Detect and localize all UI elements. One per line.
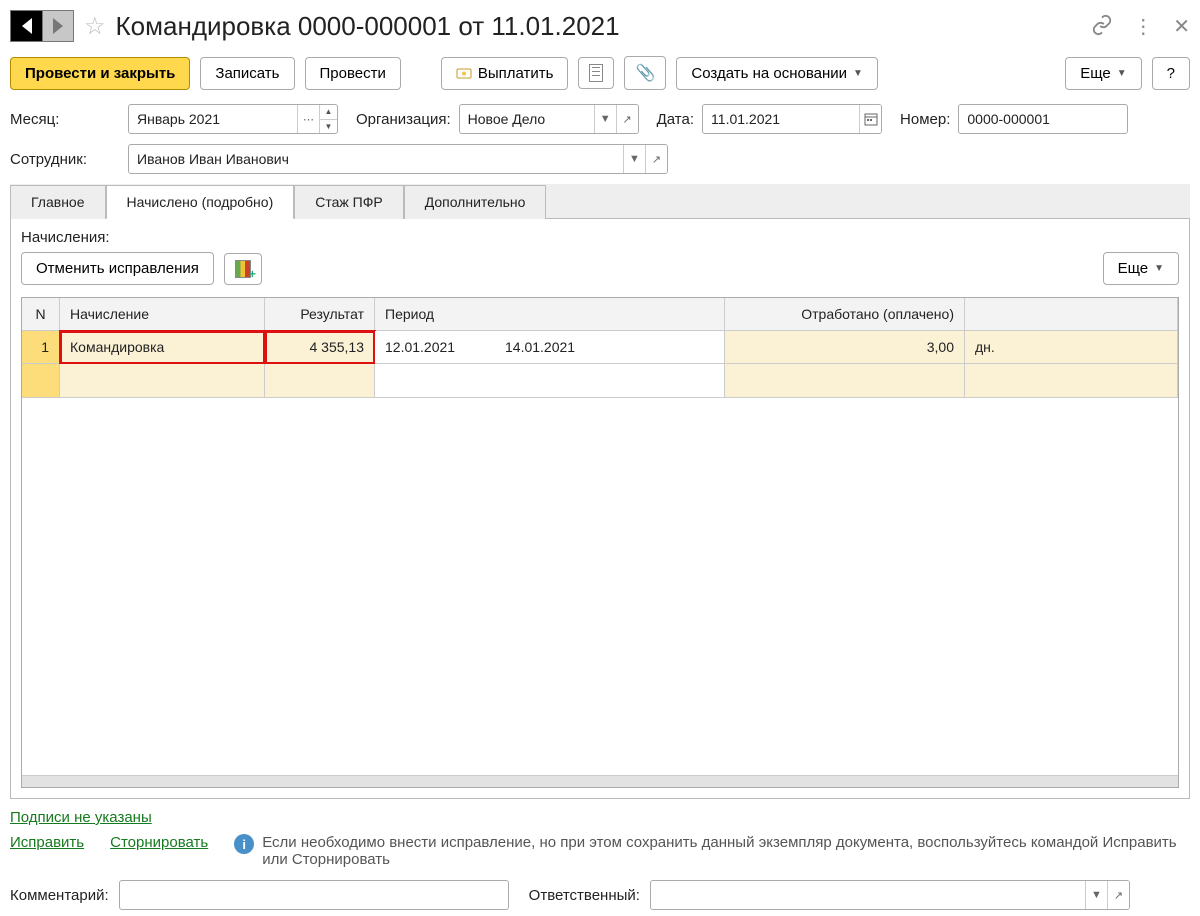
month-field[interactable]: Январь 2021 ⋯ ▲▼ [128, 104, 338, 134]
employee-field[interactable]: Иванов Иван Иванович ▼ ↗ [128, 144, 668, 174]
table-header: N Начисление Результат Период Отработано… [22, 298, 1178, 331]
help-button[interactable]: ? [1152, 57, 1190, 90]
table-more-button[interactable]: Еще ▼ [1103, 252, 1179, 285]
kebab-icon[interactable]: ⋮ [1133, 14, 1153, 39]
link-icon[interactable] [1091, 14, 1113, 39]
money-icon [456, 65, 472, 81]
month-stepper[interactable]: ▲▼ [319, 105, 337, 133]
post-and-close-button[interactable]: Провести и закрыть [10, 57, 190, 90]
cell-worked: 3,00 [725, 331, 965, 364]
accruals-table: N Начисление Результат Период Отработано… [21, 297, 1179, 788]
arrow-right-icon [53, 18, 63, 34]
accruals-label: Начисления: [21, 229, 1179, 246]
comment-label: Комментарий: [10, 887, 109, 904]
tabs: Главное Начислено (подробно) Стаж ПФР До… [10, 184, 1190, 219]
col-n[interactable]: N [22, 298, 60, 331]
number-label: Номер: [900, 111, 950, 128]
more-button[interactable]: Еще ▼ [1065, 57, 1141, 90]
nav-back-button[interactable] [10, 10, 42, 42]
date-field[interactable]: 11.01.2021 [702, 104, 882, 134]
col-name[interactable]: Начисление [60, 298, 265, 331]
columns-icon [235, 260, 251, 278]
cell-result: 4 355,13 [265, 331, 375, 364]
col-result[interactable]: Результат [265, 298, 375, 331]
chevron-down-icon: ▼ [1117, 68, 1127, 79]
col-period[interactable]: Период [375, 298, 725, 331]
chevron-down-icon: ▼ [853, 68, 863, 79]
dropdown-button[interactable]: ▼ [594, 105, 616, 133]
cell-unit: дн. [965, 331, 1178, 364]
dropdown-button[interactable]: ▼ [1085, 881, 1107, 909]
date-label: Дата: [657, 111, 694, 128]
nav-buttons [10, 10, 74, 42]
toolbar: Провести и закрыть Записать Провести Вып… [10, 52, 1190, 104]
list-button[interactable] [578, 57, 614, 89]
list-icon [589, 64, 603, 82]
dropdown-button[interactable]: ▼ [623, 145, 645, 173]
cancel-fix-button[interactable]: Отменить исправления [21, 252, 214, 285]
attach-button[interactable] [624, 56, 666, 90]
add-column-button[interactable] [224, 253, 262, 285]
table-body: 1 Командировка 4 355,13 12.01.202114.01.… [22, 331, 1178, 398]
save-button[interactable]: Записать [200, 57, 294, 90]
table-row[interactable] [22, 364, 1178, 398]
horizontal-scrollbar[interactable] [22, 775, 1178, 787]
month-label: Месяц: [10, 111, 120, 128]
tab-extra[interactable]: Дополнительно [404, 185, 547, 219]
page-title: Командировка 0000-000001 от 11.01.2021 [116, 11, 620, 42]
open-button[interactable]: ↗ [616, 105, 638, 133]
chevron-down-icon: ▼ [1154, 263, 1164, 274]
org-label: Организация: [356, 111, 451, 128]
ellipsis-button[interactable]: ⋯ [297, 105, 319, 133]
no-signatures-link[interactable]: Подписи не указаны [10, 809, 152, 826]
post-button[interactable]: Провести [305, 57, 401, 90]
responsible-field[interactable]: ▼ ↗ [650, 880, 1130, 910]
create-based-button[interactable]: Создать на основании ▼ [676, 57, 878, 90]
paperclip-icon [635, 63, 655, 83]
tab-body: Начисления: Отменить исправления Еще ▼ N… [10, 219, 1190, 799]
cell-period: 12.01.202114.01.2021 [375, 331, 725, 364]
cell-n: 1 [22, 331, 60, 364]
cell-name: Командировка [60, 331, 265, 364]
org-field[interactable]: Новое Дело ▼ ↗ [459, 104, 639, 134]
info-icon: i [234, 834, 254, 854]
star-icon[interactable]: ☆ [84, 12, 106, 41]
comment-field[interactable] [119, 880, 509, 910]
storno-link[interactable]: Сторнировать [110, 834, 208, 851]
responsible-label: Ответственный: [529, 887, 640, 904]
pay-button[interactable]: Выплатить [441, 57, 569, 90]
tab-accrued[interactable]: Начислено (подробно) [106, 185, 295, 219]
employee-label: Сотрудник: [10, 151, 120, 168]
close-icon[interactable]: ✕ [1173, 14, 1190, 39]
number-field[interactable]: 0000-000001 [958, 104, 1128, 134]
table-row[interactable]: 1 Командировка 4 355,13 12.01.202114.01.… [22, 331, 1178, 364]
calendar-button[interactable] [859, 105, 881, 133]
col-worked[interactable]: Отработано (оплачено) [725, 298, 965, 331]
open-button[interactable]: ↗ [645, 145, 667, 173]
open-button[interactable]: ↗ [1107, 881, 1129, 909]
nav-forward-button[interactable] [42, 10, 74, 42]
tab-pfr[interactable]: Стаж ПФР [294, 185, 403, 219]
col-unit[interactable] [965, 298, 1178, 331]
info-text: Если необходимо внести исправление, но п… [262, 834, 1190, 868]
header: ☆ Командировка 0000-000001 от 11.01.2021… [10, 6, 1190, 52]
arrow-left-icon [22, 18, 32, 34]
tab-main[interactable]: Главное [10, 185, 106, 219]
fix-link[interactable]: Исправить [10, 834, 84, 851]
